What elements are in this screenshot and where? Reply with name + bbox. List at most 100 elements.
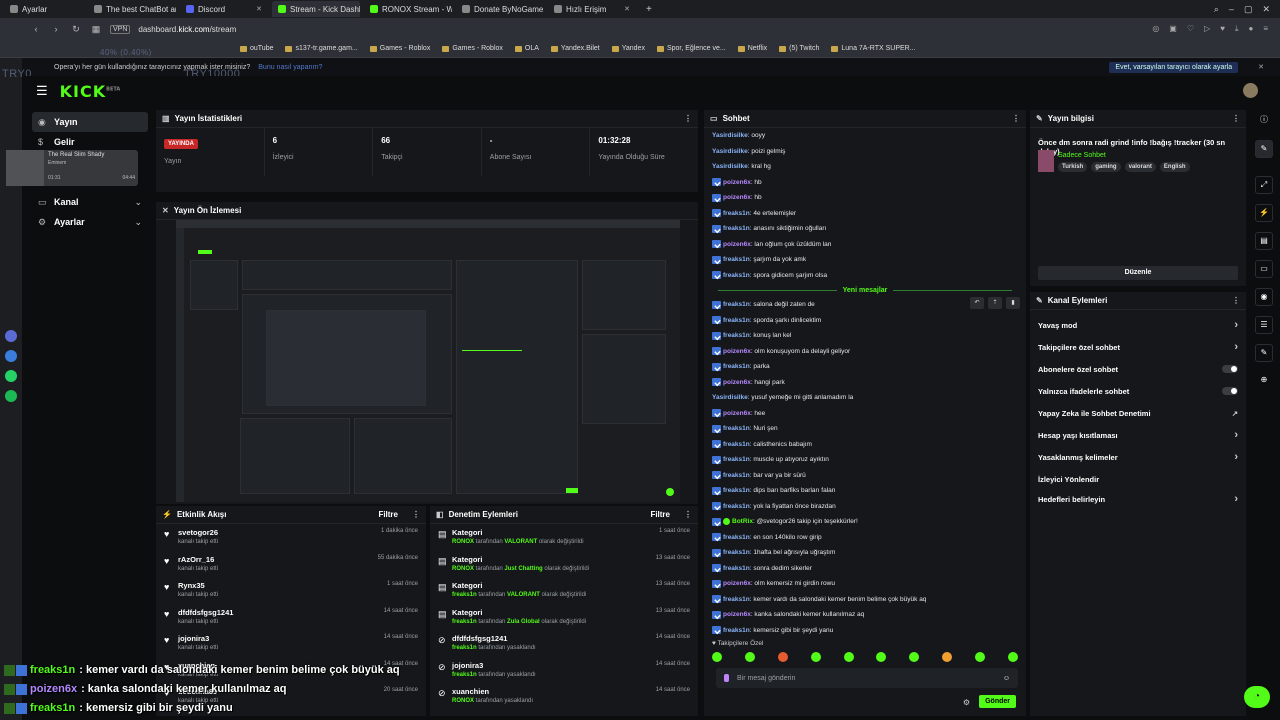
chat-username[interactable]: freaks1n	[723, 503, 750, 510]
chat-input[interactable]: Bir mesaj gönderin ☺	[716, 668, 1018, 688]
sidebar-item-kanal[interactable]: ▭ Kanal ⌄	[32, 192, 148, 212]
screenshot-icon[interactable]: ▣	[1169, 24, 1177, 34]
edit-button[interactable]: Düzenle	[1038, 266, 1238, 280]
more-icon[interactable]: ⋮	[1232, 114, 1240, 123]
bookmark-item[interactable]: Spor, Eğlence ve...	[656, 45, 726, 52]
aria-icon[interactable]	[5, 330, 17, 342]
browser-tab[interactable]: The best ChatBot and Wi...✕	[88, 1, 176, 17]
new-tab-icon[interactable]: +	[646, 4, 652, 15]
chat-settings-icon[interactable]: ⚙	[963, 698, 970, 707]
notification-link[interactable]: Bunu nasıl yaparım?	[258, 64, 322, 71]
channel-action-item[interactable]: İzleyici Yönlendir	[1030, 468, 1246, 490]
stream-tag[interactable]: English	[1159, 162, 1190, 172]
emote-icon[interactable]	[876, 652, 887, 662]
layers-icon[interactable]: ☰	[1255, 316, 1273, 334]
messenger-icon[interactable]	[5, 350, 17, 362]
download-icon[interactable]: ⤓	[1235, 24, 1239, 34]
channel-action-item[interactable]: Yavaş mod ›	[1030, 314, 1246, 336]
category-name[interactable]: Sadece Sohbet	[1058, 152, 1106, 159]
bookmark-item[interactable]: Netflix	[737, 45, 767, 52]
chat-username[interactable]: freaks1n	[723, 256, 750, 263]
chat-username[interactable]: freaks1n	[723, 565, 750, 572]
pencil-icon[interactable]: ✎	[1255, 140, 1273, 158]
emoji-icon[interactable]: ☺	[1003, 675, 1010, 682]
bookmark-item[interactable]: Yandex	[611, 45, 645, 52]
moderation-actor[interactable]: RONOX	[452, 539, 474, 545]
chat-username[interactable]: poizen6x	[723, 241, 751, 248]
stream-tag[interactable]: Turkish	[1058, 162, 1088, 172]
toggle-switch[interactable]	[1222, 365, 1238, 373]
channel-action-item[interactable]: Yapay Zeka ile Sohbet Denetimi ↗	[1030, 402, 1246, 424]
info-icon[interactable]: ⓘ	[1255, 112, 1273, 130]
tab-close-icon[interactable]: ✕	[624, 5, 630, 13]
spotify-icon[interactable]	[5, 390, 17, 402]
speed-dial-icon[interactable]: ▦	[90, 24, 102, 35]
activity-user[interactable]: svetogor26	[178, 528, 381, 537]
music-miniplayer[interactable]: The Real Slim Shady Eminem 01:31 04:44	[6, 150, 138, 186]
browser-tab[interactable]: Stream - Kick Dashboard✕	[272, 1, 360, 17]
chat-username[interactable]: freaks1n	[723, 456, 750, 463]
delete-icon[interactable]: ▮	[1006, 297, 1020, 309]
activity-user[interactable]: jojonira3	[178, 634, 384, 643]
moderation-actor[interactable]: freaks1n	[452, 619, 477, 625]
channel-action-item[interactable]: Takipçilere özel sohbet ›	[1030, 336, 1246, 358]
chat-username[interactable]: poizen6x	[723, 348, 751, 355]
bookmark-item[interactable]: (5) Twitch	[779, 45, 819, 52]
toggle-switch[interactable]	[1222, 387, 1238, 395]
chat-username[interactable]: freaks1n	[723, 425, 750, 432]
browser-tab[interactable]: RONOX Stream - Watch Li...✕	[364, 1, 452, 17]
emote-icon[interactable]	[777, 652, 788, 662]
bolt-icon[interactable]: ⚡	[1255, 204, 1273, 222]
more-icon[interactable]: ⋮	[1012, 114, 1020, 123]
chat-bubble-icon[interactable]: ▭	[1255, 260, 1273, 278]
camera-icon[interactable]: ◎	[1152, 24, 1159, 34]
chat-username[interactable]: poizen6x	[723, 611, 751, 618]
chat-messages[interactable]: Yasirdisilke: ooyy Yasirdisilke: poizi ge…	[704, 128, 1026, 638]
chat-username[interactable]: freaks1n	[723, 596, 750, 603]
bookmark-item[interactable]: OLA	[514, 45, 539, 52]
emote-icon[interactable]	[712, 652, 722, 662]
menu-icon[interactable]: ≡	[1263, 24, 1268, 34]
avatar[interactable]	[1243, 83, 1258, 98]
channel-action-item[interactable]: Hesap yaşı kısıtlaması ›	[1030, 424, 1246, 446]
activity-user[interactable]: Rynx35	[178, 581, 387, 590]
emote-icon[interactable]	[1007, 652, 1018, 662]
address-bar[interactable]: dashboard.kick.com/stream	[138, 25, 236, 34]
chat-username[interactable]: freaks1n	[723, 210, 750, 217]
chat-username[interactable]: freaks1n	[723, 441, 750, 448]
chat-username[interactable]: poizen6x	[723, 410, 751, 417]
bookmark-item[interactable]: Games - Roblox	[442, 45, 503, 52]
emote-icon[interactable]	[909, 652, 920, 662]
pin-icon[interactable]: ⇡	[988, 297, 1002, 309]
chat-username[interactable]: freaks1n	[723, 549, 750, 556]
channel-action-item[interactable]: Hedefleri belirleyin ›	[1030, 490, 1246, 508]
send-button[interactable]: Gönder	[979, 695, 1016, 708]
channel-action-item[interactable]: Yalnızca ifadelerle sohbet	[1030, 380, 1246, 402]
back-icon[interactable]: ‹	[30, 24, 42, 34]
support-fab[interactable]: ◔	[1244, 686, 1270, 708]
emote-icon[interactable]	[843, 652, 854, 662]
chat-username[interactable]: freaks1n	[723, 317, 750, 324]
browser-tab[interactable]: Discord ✕	[180, 1, 268, 17]
activity-user[interactable]: dfdfdsfgsg1241	[178, 608, 384, 617]
activity-filter-button[interactable]: Filtre	[378, 510, 398, 519]
minimize-icon[interactable]: –	[1229, 4, 1234, 15]
play-icon[interactable]: ▷	[1204, 24, 1210, 34]
wrench-icon[interactable]: ✎	[1255, 344, 1273, 362]
more-icon[interactable]: ⋮	[412, 510, 420, 519]
add-widget-icon[interactable]: ⊕	[1255, 372, 1273, 390]
chat-username[interactable]: Yasirdisilke	[712, 394, 748, 401]
stream-tag[interactable]: gaming	[1091, 162, 1121, 172]
tab-close-icon[interactable]: ✕	[256, 5, 262, 13]
chat-username[interactable]: Yasirdisilke	[712, 148, 748, 155]
chat-username[interactable]: freaks1n	[723, 225, 750, 232]
close-icon[interactable]: ✕	[1258, 63, 1264, 71]
sidebar-item-ayarlar[interactable]: ⚙ Ayarlar ⌄	[32, 212, 148, 232]
expand-icon[interactable]: ⤢	[1255, 176, 1273, 194]
stream-tag[interactable]: valorant	[1124, 162, 1156, 172]
emote-icon[interactable]	[975, 652, 985, 662]
kick-logo[interactable]: KICKBETA	[60, 82, 121, 101]
more-icon[interactable]: ⋮	[684, 510, 692, 519]
bookmark-item[interactable]: ouTube	[240, 45, 273, 52]
moderation-actor[interactable]: freaks1n	[452, 592, 477, 598]
